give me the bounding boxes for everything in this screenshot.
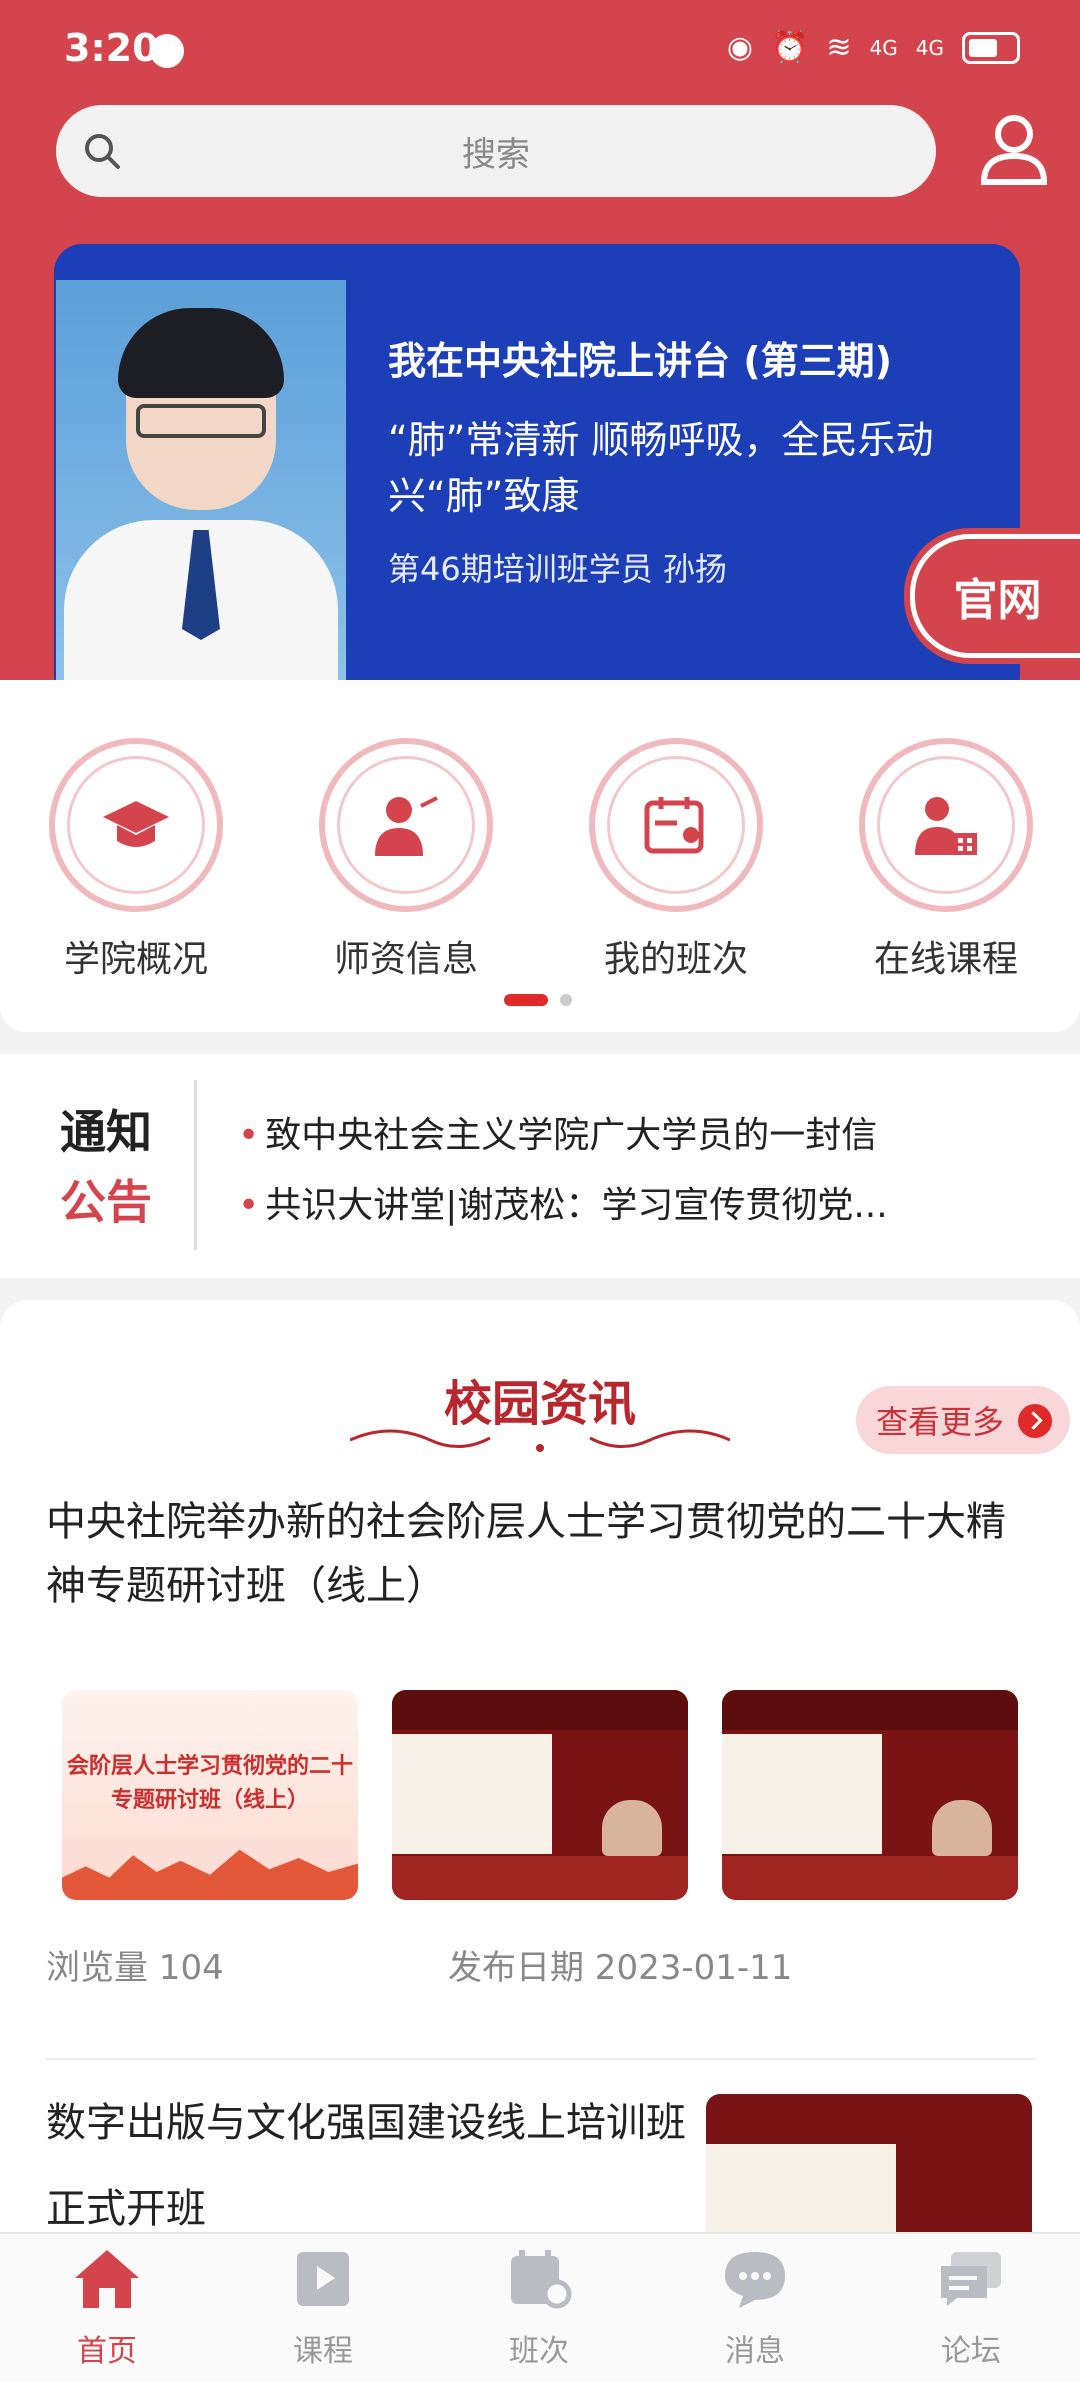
quick-link-faculty-info[interactable]: 师资信息 bbox=[306, 738, 506, 982]
quick-link-label: 我的班次 bbox=[603, 939, 748, 980]
quick-link-online-course[interactable]: 在线课程 bbox=[846, 738, 1046, 982]
quick-links-panel: 学院概况 师资信息 我的班次 在线课程 bbox=[0, 680, 1080, 1032]
status-icons: ◉ ⏰ ≋ 4G 4G bbox=[727, 30, 1020, 65]
quick-link-college-overview[interactable]: 学院概况 bbox=[36, 738, 236, 982]
page-dot bbox=[560, 994, 572, 1006]
tab-label: 班次 bbox=[509, 2334, 569, 2369]
banner-title: 我在中央社院上讲台 (第三期) bbox=[388, 339, 892, 383]
speaker-photo bbox=[56, 280, 346, 690]
status-time: 3:20 bbox=[64, 26, 159, 70]
banner-subtitle-text: “肺”常清新 顺畅呼吸，全民乐动 兴“肺”致康 bbox=[388, 418, 934, 518]
wifi-icon: ≋ bbox=[826, 30, 852, 65]
notice-item[interactable]: 致中央社会主义学院广大学员的一封信 bbox=[238, 1106, 877, 1158]
course-icon bbox=[297, 2252, 349, 2306]
notice-label-top: 通知 bbox=[60, 1105, 152, 1159]
tab-label: 消息 bbox=[725, 2334, 785, 2369]
article-thumbnail[interactable] bbox=[392, 1690, 688, 1900]
tab-label: 首页 bbox=[77, 2334, 137, 2369]
tab-forum[interactable]: 论坛 bbox=[896, 2248, 1046, 2370]
section-header: 校园资讯 bbox=[350, 1364, 730, 1452]
article-thumbnail[interactable] bbox=[722, 1690, 1018, 1900]
graduation-cap-icon bbox=[103, 801, 169, 847]
article-date: 发布日期 2023-01-11 bbox=[448, 1948, 793, 1988]
thumbnail-caption: 会阶层人士学习贯彻党的二十 专题研讨班（线上） bbox=[66, 1754, 353, 1813]
home-icon bbox=[75, 2250, 139, 2308]
quick-link-my-class[interactable]: 我的班次 bbox=[576, 738, 776, 982]
home-screen: 3:20 ◉ ⏰ ≋ 4G 4G 搜索 我在中央社院上讲台 (第三期) “肺”常… bbox=[0, 0, 1080, 2382]
notice-item[interactable]: 共识大讲堂|谢茂松：学习宣传贯彻党... bbox=[238, 1176, 887, 1228]
search-icon bbox=[85, 134, 120, 169]
bottom-tab-bar: 首页 课程 班次 消息 论坛 bbox=[0, 2232, 1080, 2382]
quick-link-label: 师资信息 bbox=[333, 939, 478, 980]
promo-banner[interactable]: 我在中央社院上讲台 (第三期) “肺”常清新 顺畅呼吸，全民乐动 兴“肺”致康 … bbox=[54, 244, 1020, 704]
chevron-right-icon bbox=[1018, 1404, 1052, 1438]
view-more-label: 查看更多 bbox=[876, 1403, 1005, 1441]
calendar-person-icon bbox=[644, 797, 704, 854]
article-thumbnail[interactable]: 会阶层人士学习贯彻党的二十 专题研讨班（线上） bbox=[62, 1690, 358, 1900]
notice-label-bottom: 公告 bbox=[60, 1175, 152, 1229]
article-views: 浏览量 104 bbox=[46, 1948, 224, 1988]
message-icon bbox=[725, 2252, 785, 2308]
notice-board: 通知 公告 致中央社会主义学院广大学员的一封信 共识大讲堂|谢茂松：学习宣传贯彻… bbox=[0, 1054, 1080, 1278]
tab-label: 课程 bbox=[293, 2334, 353, 2369]
class-icon bbox=[511, 2250, 572, 2309]
forum-icon bbox=[941, 2252, 1001, 2306]
eye-icon: ◉ bbox=[726, 30, 754, 65]
signal-4g-icon-2: 4G bbox=[915, 35, 944, 60]
search-placeholder: 搜索 bbox=[462, 134, 530, 175]
user-profile-icon[interactable] bbox=[972, 108, 1056, 192]
official-site-button[interactable]: 官网 bbox=[910, 534, 1080, 658]
status-bar: 3:20 ◉ ⏰ ≋ 4G 4G bbox=[0, 0, 1080, 100]
battery-icon bbox=[962, 31, 1020, 64]
article-title[interactable]: 数字出版与文化强国建设线上培训班正式开班 bbox=[46, 2080, 686, 2252]
qq-notification-icon bbox=[150, 34, 184, 68]
quick-link-label: 在线课程 bbox=[873, 939, 1018, 980]
campus-news-section: 校园资讯 查看更多 中央社院举办新的社会阶层人士学习贯彻党的二十大精神专题研讨班… bbox=[0, 1300, 1080, 2254]
divider bbox=[46, 2058, 1036, 2060]
page-dot-active bbox=[504, 994, 548, 1006]
teacher-icon bbox=[375, 796, 438, 856]
signal-4g-icon: 4G bbox=[869, 35, 898, 60]
alarm-icon: ⏰ bbox=[771, 30, 809, 65]
quick-link-label: 学院概况 bbox=[63, 939, 208, 980]
view-more-button[interactable]: 查看更多 bbox=[856, 1386, 1070, 1454]
ornament-decoration bbox=[350, 1429, 730, 1452]
tab-label: 论坛 bbox=[941, 2334, 1001, 2369]
online-course-icon bbox=[915, 797, 977, 855]
tab-home[interactable]: 首页 bbox=[32, 2248, 182, 2370]
tab-class[interactable]: 班次 bbox=[464, 2248, 614, 2370]
page-indicator bbox=[504, 994, 572, 1006]
article-thumbnails: 会阶层人士学习贯彻党的二十 专题研讨班（线上） bbox=[62, 1690, 1018, 1900]
article-title[interactable]: 中央社院举办新的社会阶层人士学习贯彻党的二十大精神专题研讨班（线上） bbox=[46, 1490, 1036, 1618]
banner-subtitle: “肺”常清新 顺畅呼吸，全民乐动 兴“肺”致康 bbox=[388, 412, 948, 524]
banner-author: 第46期培训班学员 孙扬 bbox=[388, 550, 727, 588]
divider bbox=[194, 1080, 197, 1250]
article-thumbnail[interactable] bbox=[706, 2094, 1032, 2254]
tab-course[interactable]: 课程 bbox=[248, 2248, 398, 2370]
tab-message[interactable]: 消息 bbox=[680, 2248, 830, 2370]
search-bar[interactable]: 搜索 bbox=[56, 105, 936, 197]
